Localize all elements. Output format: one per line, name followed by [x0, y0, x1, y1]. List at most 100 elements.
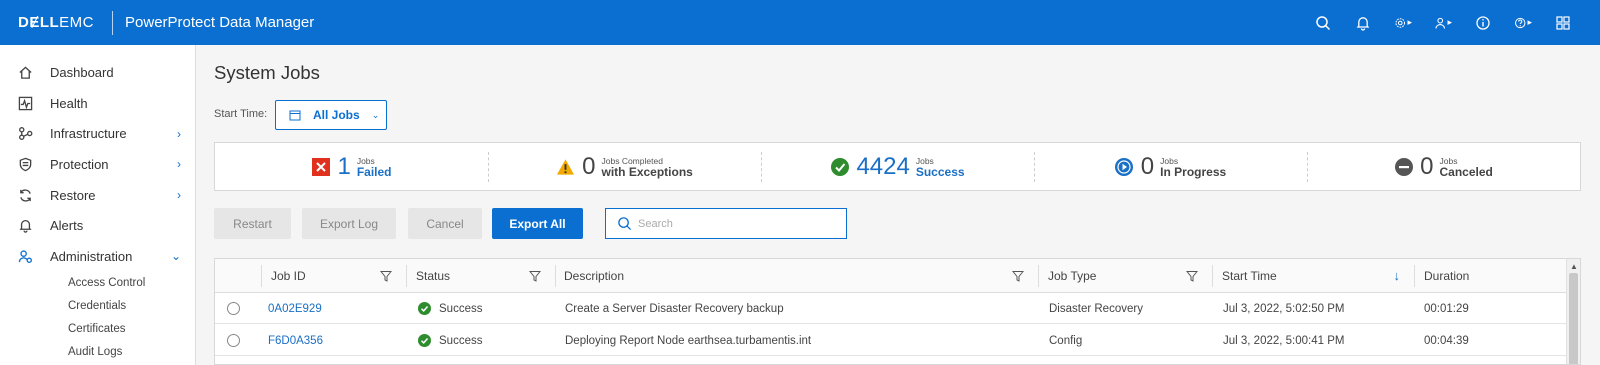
canceled-icon — [1394, 157, 1413, 176]
sidebar-item-protection[interactable]: Protection › — [0, 149, 195, 180]
summary-exceptions[interactable]: 0 Jobs Completed with Exceptions — [488, 143, 761, 190]
sidebar-item-alerts[interactable]: Alerts — [0, 210, 195, 241]
duration-cell: 00:01:29 — [1424, 302, 1469, 315]
description-cell: Create a Server Disaster Recovery backup — [565, 302, 784, 315]
column-header-start-time[interactable]: Start Time ↓ — [1212, 259, 1414, 293]
brand-divider — [112, 10, 114, 35]
warning-icon — [556, 157, 575, 176]
sidebar-item-label: Health — [50, 95, 88, 111]
table-row[interactable]: F6D0A356 Success Deploying Report Node e… — [215, 325, 1580, 356]
exceptions-count: 0 — [582, 152, 596, 180]
filter-icon[interactable] — [529, 270, 541, 282]
column-header-duration[interactable]: Duration — [1414, 259, 1564, 293]
sort-descending-icon[interactable]: ↓ — [1394, 268, 1401, 283]
job-type-cell: Config — [1049, 334, 1083, 347]
success-icon — [830, 157, 849, 176]
export-all-button[interactable]: Export All — [492, 208, 583, 239]
filter-icon[interactable] — [1186, 270, 1198, 282]
chevron-right-icon: › — [177, 188, 181, 203]
page-title: System Jobs — [214, 62, 320, 83]
sidebar-item-administration[interactable]: Administration ⌄ — [0, 241, 195, 272]
job-type-cell: Disaster Recovery — [1049, 302, 1143, 315]
filter-icon[interactable] — [1012, 270, 1024, 282]
start-time-dropdown[interactable]: All Jobs ⌄ — [275, 100, 387, 130]
sidebar-item-label: Dashboard — [50, 64, 114, 80]
canceled-count: 0 — [1420, 152, 1434, 180]
info-icon[interactable] — [1474, 14, 1492, 32]
column-header-job-type[interactable]: Job Type — [1038, 259, 1212, 293]
top-bar: DɆLLEMC PowerProtect Data Manager — [0, 0, 1600, 45]
in-progress-count: 0 — [1140, 152, 1155, 180]
apps-grid-icon[interactable] — [1554, 14, 1572, 32]
sidebar-item-restore[interactable]: Restore › — [0, 180, 195, 211]
summary-in-progress[interactable]: 0 Jobs In Progress — [1034, 143, 1307, 190]
summary-canceled[interactable]: 0 Jobs Canceled — [1307, 143, 1580, 190]
header-icons — [1314, 0, 1572, 45]
column-header-status[interactable]: Status — [406, 259, 555, 293]
restore-icon — [17, 187, 33, 203]
success-icon — [418, 302, 431, 315]
sidebar-item-label: Alerts — [50, 218, 84, 234]
start-time-value: All Jobs — [313, 108, 360, 122]
brand: DɆLLEMC PowerProtect Data Manager — [0, 0, 314, 45]
description-cell: Deploying Report Node earthsea.turbament… — [565, 334, 812, 347]
job-id-link[interactable]: F6D0A356 — [268, 325, 323, 356]
dell-emc-logo: DɆLLEMC — [18, 14, 95, 31]
failed-label: Failed — [356, 164, 392, 179]
column-header-description[interactable]: Description — [555, 259, 1038, 293]
search-box[interactable] — [605, 208, 847, 239]
sidebar-subitem-access-control[interactable]: Access Control — [0, 272, 195, 295]
start-time-label: Start Time: — [214, 108, 268, 120]
search-icon[interactable] — [1314, 14, 1332, 32]
row-select-radio[interactable] — [227, 302, 240, 315]
sidebar-item-label: Restore — [50, 187, 96, 203]
duration-cell: 00:04:39 — [1424, 334, 1469, 347]
main-content: System Jobs Start Time: All Jobs ⌄ 1 Job… — [196, 45, 1600, 365]
bell-icon[interactable] — [1354, 14, 1372, 32]
gear-icon[interactable] — [1394, 14, 1412, 32]
calendar-icon — [289, 110, 301, 121]
column-header-job-id[interactable]: Job ID — [261, 259, 406, 293]
home-icon — [17, 64, 33, 80]
chevron-right-icon: › — [177, 126, 181, 141]
export-log-button[interactable]: Export Log — [302, 208, 396, 239]
table-row[interactable]: 0A02E929 Success Create a Server Disaste… — [215, 293, 1580, 324]
shield-icon — [17, 156, 33, 172]
scrollbar-thumb[interactable] — [1569, 273, 1578, 364]
sidebar-item-dashboard[interactable]: Dashboard — [0, 57, 195, 88]
sidebar-subitem-certificates[interactable]: Certificates — [0, 318, 195, 341]
help-icon[interactable] — [1514, 14, 1532, 32]
canceled-label: Canceled — [1439, 164, 1493, 179]
restart-button[interactable]: Restart — [214, 208, 291, 239]
chevron-down-icon: ⌄ — [170, 249, 181, 264]
infrastructure-icon — [17, 126, 33, 142]
search-icon — [618, 217, 632, 231]
in-progress-label: In Progress — [1160, 164, 1227, 179]
exceptions-label: with Exceptions — [601, 164, 693, 179]
failed-count: 1 — [337, 152, 351, 180]
chevron-down-icon: ⌄ — [371, 109, 380, 120]
sidebar-item-label: Infrastructure — [50, 126, 127, 142]
bell-icon — [17, 218, 33, 234]
sidebar: Dashboard Health Infrastructure › Protec… — [0, 45, 196, 365]
job-id-link[interactable]: 0A02E929 — [268, 293, 322, 324]
user-icon[interactable] — [1434, 14, 1452, 32]
filter-icon[interactable] — [380, 270, 392, 282]
table-header: Job ID Status Description Job Type Start… — [215, 259, 1580, 293]
failed-icon — [311, 157, 330, 176]
summary-success[interactable]: 4424 Jobs Success — [761, 143, 1034, 190]
sidebar-item-health[interactable]: Health — [0, 88, 195, 119]
select-column-header — [215, 259, 261, 293]
row-select-radio[interactable] — [227, 334, 240, 347]
cancel-button[interactable]: Cancel — [408, 208, 482, 239]
admin-icon — [17, 248, 33, 264]
scroll-up-icon[interactable]: ▲ — [1570, 262, 1578, 271]
start-time-cell: Jul 3, 2022, 5:00:41 PM — [1223, 334, 1345, 347]
sidebar-subitem-credentials[interactable]: Credentials — [0, 295, 195, 318]
table-scrollbar[interactable]: ▲ — [1566, 259, 1580, 364]
summary-failed[interactable]: 1 Jobs Failed — [215, 143, 488, 190]
sidebar-subitem-audit-logs[interactable]: Audit Logs — [0, 341, 195, 364]
sidebar-item-infrastructure[interactable]: Infrastructure › — [0, 118, 195, 149]
jobs-summary: 1 Jobs Failed 0 Jobs Completed with Except… — [214, 142, 1581, 191]
search-input[interactable] — [638, 217, 838, 230]
